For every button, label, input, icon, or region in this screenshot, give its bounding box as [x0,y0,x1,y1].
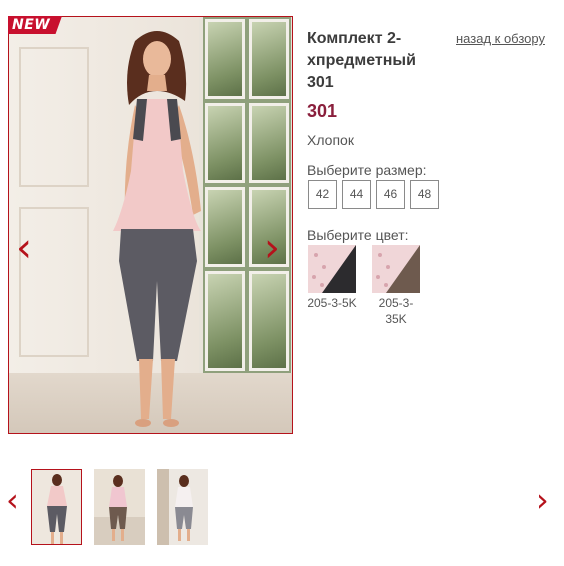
color-swatch-205-3-35k[interactable] [372,245,420,293]
size-option-48[interactable]: 48 [410,180,439,209]
thumbnails-next-arrow[interactable]: › [536,480,549,520]
gallery-next-arrow[interactable]: › [264,228,280,268]
gallery-prev-arrow[interactable]: ‹ [16,228,32,268]
color-label: Выберите цвет: [307,227,409,243]
thumbnails-prev-arrow[interactable]: ‹ [6,480,19,520]
wall-panel [19,47,89,187]
thumbnail-3[interactable] [157,469,208,545]
color-swatch-205-3-5k[interactable] [308,245,356,293]
size-label: Выберите размер: [307,162,427,178]
main-product-photo[interactable] [8,16,293,434]
product-title: Комплект 2-хпредметный 301 [307,30,416,91]
color-code-205-3-5k: 205-3-5K [307,296,357,310]
thumbnail-2[interactable] [94,469,145,545]
product-material: Хлопок [307,132,354,148]
new-badge: NEW [8,16,62,34]
back-to-overview-link[interactable]: назад к обзору [456,31,545,46]
product-price: 301 [307,101,338,121]
size-option-46[interactable]: 46 [376,180,405,209]
thumbnail-1[interactable] [31,469,82,545]
size-option-44[interactable]: 44 [342,180,371,209]
size-option-42[interactable]: 42 [308,180,337,209]
window [199,17,292,385]
color-code-205-3-35k: 205-3-35K [378,296,414,326]
model-figure [113,31,201,427]
